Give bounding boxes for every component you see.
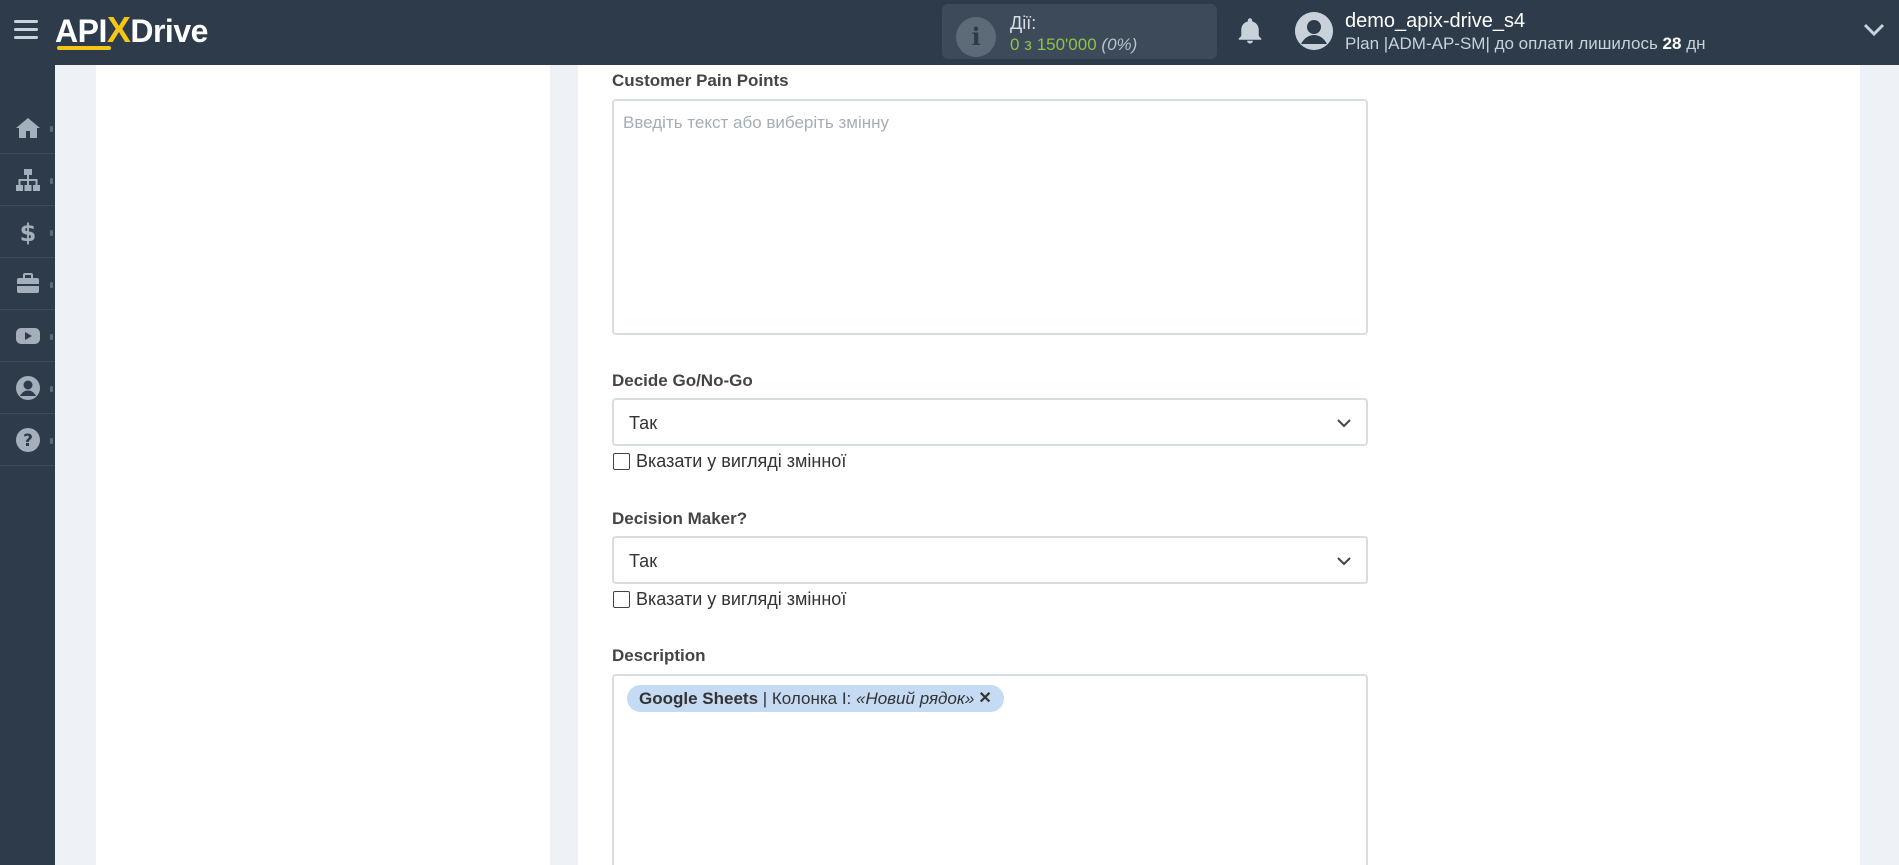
svg-text:?: ? xyxy=(23,431,33,451)
sidebar: $ ? xyxy=(0,65,55,865)
go-nogo-variable-label[interactable]: Вказати у вигляді змінної xyxy=(636,451,846,472)
question-circle-icon: ? xyxy=(15,427,40,452)
sidebar-item-billing[interactable]: $ xyxy=(0,206,55,258)
tag-value: «Новий рядок» xyxy=(856,689,975,708)
decision-maker-variable-label[interactable]: Вказати у вигляді змінної xyxy=(636,589,846,610)
sitemap-icon xyxy=(15,168,40,191)
go-nogo-variable-option: Вказати у вигляді змінної xyxy=(613,451,846,472)
decision-maker-variable-checkbox[interactable] xyxy=(613,591,630,608)
decision-maker-variable-option: Вказати у вигляді змінної xyxy=(613,589,846,610)
tag-column: | Колонка I: xyxy=(758,689,856,708)
avatar[interactable] xyxy=(1295,12,1333,50)
info-icon: i xyxy=(956,17,996,57)
sidebar-item-account[interactable] xyxy=(0,362,55,414)
pain-points-placeholder: Введіть текст або виберіть змінну xyxy=(623,113,890,132)
user-name[interactable]: demo_apix-drive_s4 xyxy=(1345,10,1525,33)
youtube-icon xyxy=(15,327,40,344)
left-panel xyxy=(96,65,550,865)
menu-icon[interactable] xyxy=(14,20,38,40)
sidebar-item-home[interactable] xyxy=(0,102,55,154)
sidebar-item-video[interactable] xyxy=(0,310,55,362)
sidebar-item-connections[interactable] xyxy=(0,154,55,206)
go-nogo-select[interactable]: Так xyxy=(612,398,1368,446)
chevron-down-icon xyxy=(1337,557,1351,566)
pain-points-textarea[interactable]: Введіть текст або виберіть змінну xyxy=(612,99,1368,335)
tag-source: Google Sheets xyxy=(639,689,759,708)
briefcase-icon xyxy=(16,272,39,293)
decision-maker-select[interactable]: Так xyxy=(612,536,1368,584)
chevron-down-icon xyxy=(1337,419,1351,428)
pain-points-label: Customer Pain Points xyxy=(612,71,789,90)
go-nogo-variable-checkbox[interactable] xyxy=(613,453,630,470)
sidebar-item-projects[interactable] xyxy=(0,258,55,310)
dollar-icon: $ xyxy=(19,219,36,246)
bell-icon[interactable] xyxy=(1235,16,1265,46)
top-bar: APIXDrive i Дії: 0 з 150'000 (0%) demo_a… xyxy=(0,0,1899,65)
actions-value: 0 з 150'000 (0%) xyxy=(1010,35,1138,54)
decision-maker-label: Decision Maker? xyxy=(612,509,748,528)
svg-text:$: $ xyxy=(19,219,36,246)
actions-counter[interactable]: i Дії: 0 з 150'000 (0%) xyxy=(942,4,1217,59)
actions-label: Дії: xyxy=(1010,13,1037,33)
close-icon[interactable]: ✕ xyxy=(978,685,991,712)
sidebar-item-help[interactable]: ? xyxy=(0,414,55,466)
variable-tag[interactable]: Google Sheets | Колонка I: «Новий рядок»… xyxy=(627,685,1004,712)
description-textarea[interactable]: Google Sheets | Колонка I: «Новий рядок»… xyxy=(612,674,1368,865)
user-plan: Plan |ADM-AP-SM| до оплати лишилось 28 д… xyxy=(1345,34,1706,53)
description-label: Description xyxy=(612,646,706,665)
apix-drive-logo[interactable]: APIXDrive xyxy=(55,8,208,52)
go-nogo-value: Так xyxy=(629,413,658,433)
chevron-down-icon[interactable] xyxy=(1863,22,1885,38)
go-nogo-label: Decide Go/No-Go xyxy=(612,371,753,390)
decision-maker-value: Так xyxy=(629,551,658,571)
home-icon xyxy=(15,117,40,138)
user-circle-icon xyxy=(15,375,40,400)
